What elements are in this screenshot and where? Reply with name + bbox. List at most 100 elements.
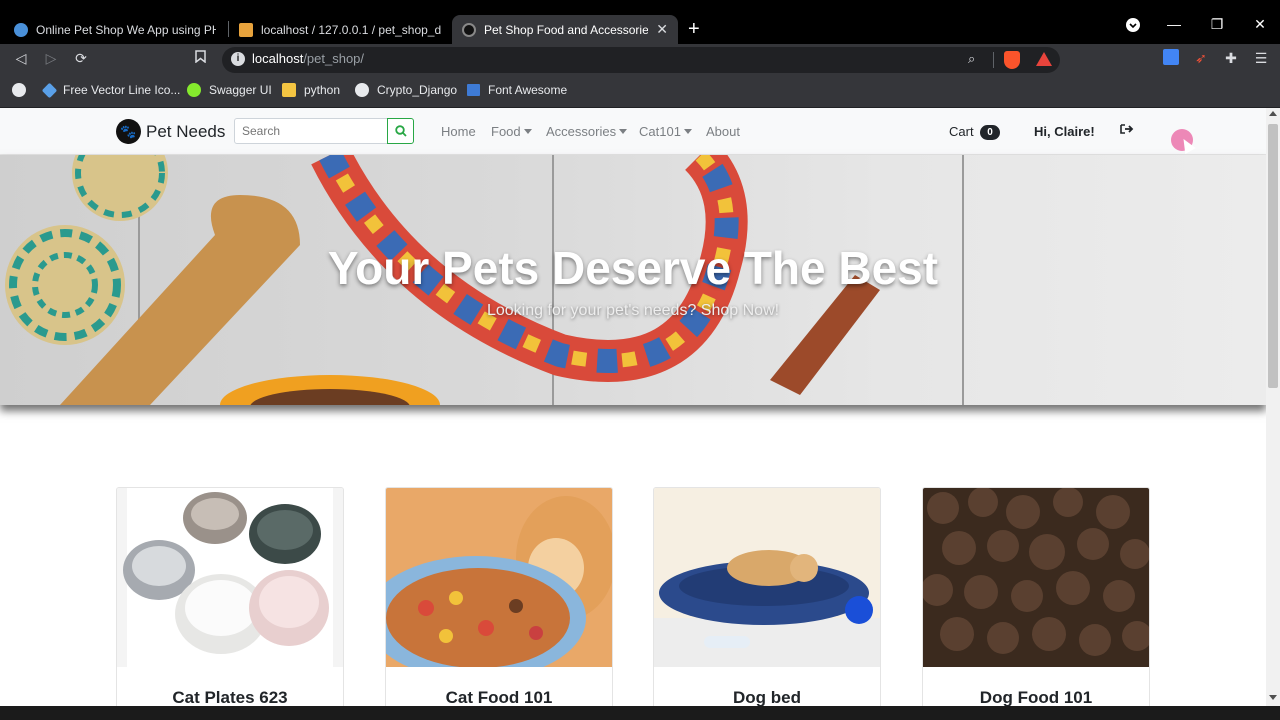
caret-down-icon bbox=[523, 129, 532, 134]
bookmarks-bar: Free Vector Line Ico... Swagger UI pytho… bbox=[0, 76, 1280, 108]
tab-strip: Online Pet Shop We App using PHP ar loca… bbox=[0, 0, 1280, 44]
scroll-up-arrow-icon[interactable] bbox=[1269, 111, 1277, 116]
search-icon bbox=[394, 125, 407, 137]
site-navbar: 🐾 Pet Needs Home Food Accessories Cat101… bbox=[0, 108, 1266, 155]
product-name[interactable]: Cat Food 101 bbox=[386, 688, 612, 708]
cat-plates-image bbox=[117, 488, 343, 667]
nav-link-home[interactable]: Home bbox=[441, 124, 476, 139]
hero-banner: Your Pets Deserve The Best Looking for y… bbox=[0, 155, 1266, 405]
brave-rewards-icon[interactable] bbox=[1036, 52, 1052, 66]
url-path: /pet_shop/ bbox=[303, 51, 365, 66]
product-name[interactable]: Dog bed bbox=[654, 688, 880, 708]
globe-icon bbox=[12, 83, 26, 97]
swift-extension-icon[interactable]: ➶ bbox=[1190, 50, 1212, 67]
folder-icon bbox=[282, 83, 296, 97]
tab-search-icon[interactable] bbox=[1121, 17, 1145, 36]
caret-down-icon bbox=[683, 129, 692, 134]
nav-link-cat101[interactable]: Cat101 bbox=[639, 124, 692, 139]
globe-favicon bbox=[14, 22, 28, 37]
swagger-icon bbox=[187, 83, 201, 97]
caret-down-icon bbox=[619, 129, 628, 134]
bookmark-swagger[interactable]: Swagger UI bbox=[187, 83, 272, 97]
cart-link[interactable]: Cart bbox=[949, 124, 974, 139]
close-window-icon[interactable]: ✕ bbox=[1248, 16, 1272, 33]
translate-extension-icon[interactable] bbox=[1160, 49, 1182, 68]
product-name[interactable]: Dog Food 101 bbox=[923, 688, 1149, 708]
scrollbar-thumb[interactable] bbox=[1268, 124, 1278, 388]
product-image[interactable] bbox=[654, 488, 880, 667]
tab-title: localhost / 127.0.0.1 / pet_shop_db | p bbox=[261, 22, 441, 37]
user-greeting[interactable]: Hi, Claire! bbox=[1034, 124, 1095, 139]
menu-icon[interactable]: ☰ bbox=[1250, 50, 1272, 67]
bookmark-label: python bbox=[304, 83, 341, 97]
product-card[interactable]: Dog Food 101 bbox=[922, 487, 1150, 720]
site-info-icon[interactable]: i bbox=[231, 52, 245, 66]
bookmark-icon[interactable] bbox=[189, 50, 211, 66]
nav-link-food[interactable]: Food bbox=[491, 124, 532, 139]
url-host: localhost bbox=[252, 51, 304, 66]
tab-online-pet-shop[interactable]: Online Pet Shop We App using PHP ar bbox=[4, 15, 226, 44]
nav-link-label: Food bbox=[491, 124, 521, 139]
window-bottom-edge bbox=[0, 706, 1280, 720]
flag-icon bbox=[467, 84, 480, 96]
reload-icon[interactable]: ⟳ bbox=[70, 50, 92, 67]
nav-link-accessories[interactable]: Accessories bbox=[546, 124, 628, 139]
bookmark-crypto-django[interactable]: Crypto_Django bbox=[355, 83, 457, 97]
product-image[interactable] bbox=[386, 488, 612, 667]
paw-icon: 🐾 bbox=[116, 119, 141, 144]
product-card[interactable]: Cat Plates 623 bbox=[116, 487, 344, 720]
browser-toolbar: ◁ ▷ ⟳ i localhost/pet_shop/ ⌕ ➶ ✚ ☰ bbox=[0, 44, 1280, 76]
minimize-icon[interactable]: — bbox=[1162, 16, 1186, 32]
product-name[interactable]: Cat Plates 623 bbox=[117, 688, 343, 708]
product-card[interactable]: Dog bed bbox=[653, 487, 881, 720]
logout-icon[interactable] bbox=[1120, 122, 1134, 138]
brave-shield-icon[interactable] bbox=[1004, 51, 1020, 69]
url-text: localhost/pet_shop/ bbox=[252, 51, 364, 66]
bookmark-label: Font Awesome bbox=[488, 83, 568, 97]
nav-link-label: Accessories bbox=[546, 124, 617, 139]
hero-subtitle: Looking for your pet's needs? Shop Now! bbox=[486, 302, 780, 319]
nav-link-label: Home bbox=[441, 124, 476, 139]
tab-phpmyadmin[interactable]: localhost / 127.0.0.1 / pet_shop_db | p bbox=[229, 15, 451, 44]
forward-icon[interactable]: ▷ bbox=[40, 50, 62, 67]
tab-title: Online Pet Shop We App using PHP ar bbox=[36, 22, 216, 37]
address-bar[interactable]: i localhost/pet_shop/ ⌕ bbox=[222, 47, 1060, 73]
bookmark-globe[interactable] bbox=[12, 83, 34, 97]
bookmark-font-awesome[interactable]: Font Awesome bbox=[467, 83, 567, 97]
tab-pet-shop-active[interactable]: Pet Shop Food and Accessories Sh ✕ bbox=[452, 15, 678, 44]
bookmark-label: Crypto_Django bbox=[377, 83, 458, 97]
hero-title: Your Pets Deserve The Best bbox=[327, 242, 939, 294]
diamond-icon bbox=[41, 82, 58, 98]
nav-link-about[interactable]: About bbox=[706, 124, 740, 139]
restore-icon[interactable]: ❐ bbox=[1205, 16, 1229, 33]
back-icon[interactable]: ◁ bbox=[10, 50, 32, 67]
nav-link-label: Cat101 bbox=[639, 124, 681, 139]
cat-food-image bbox=[386, 488, 612, 667]
cart-count-badge: 0 bbox=[980, 125, 1000, 140]
product-card[interactable]: Cat Food 101 bbox=[385, 487, 613, 720]
page-scrollbar[interactable] bbox=[1266, 108, 1280, 706]
scroll-down-arrow-icon[interactable] bbox=[1269, 695, 1277, 700]
product-image[interactable] bbox=[923, 488, 1149, 667]
bookmark-free-vector[interactable]: Free Vector Line Ico... bbox=[41, 82, 181, 98]
phpmyadmin-favicon bbox=[239, 22, 253, 37]
search-input[interactable] bbox=[234, 118, 388, 144]
brand-name: Pet Needs bbox=[146, 121, 226, 141]
zoom-icon[interactable]: ⌕ bbox=[968, 51, 975, 67]
globe-icon bbox=[355, 83, 369, 97]
bookmark-label: Swagger UI bbox=[209, 83, 272, 97]
yarn-ball bbox=[72, 155, 168, 221]
close-tab-icon[interactable]: ✕ bbox=[656, 21, 668, 38]
bookmark-python[interactable]: python bbox=[282, 83, 340, 97]
search-button[interactable] bbox=[387, 118, 414, 144]
paw-favicon bbox=[462, 22, 476, 37]
product-image[interactable] bbox=[117, 488, 343, 667]
dog-food-image bbox=[923, 488, 1149, 667]
new-tab-button[interactable]: + bbox=[688, 17, 700, 41]
brand-logo[interactable]: 🐾 Pet Needs bbox=[116, 119, 225, 144]
dog-bed-image bbox=[654, 488, 880, 667]
browser-chrome: Online Pet Shop We App using PHP ar loca… bbox=[0, 0, 1280, 108]
bookmark-label: Free Vector Line Ico... bbox=[63, 83, 181, 97]
puzzle-extensions-icon[interactable]: ✚ bbox=[1220, 50, 1242, 67]
omnibox-divider bbox=[993, 52, 994, 68]
